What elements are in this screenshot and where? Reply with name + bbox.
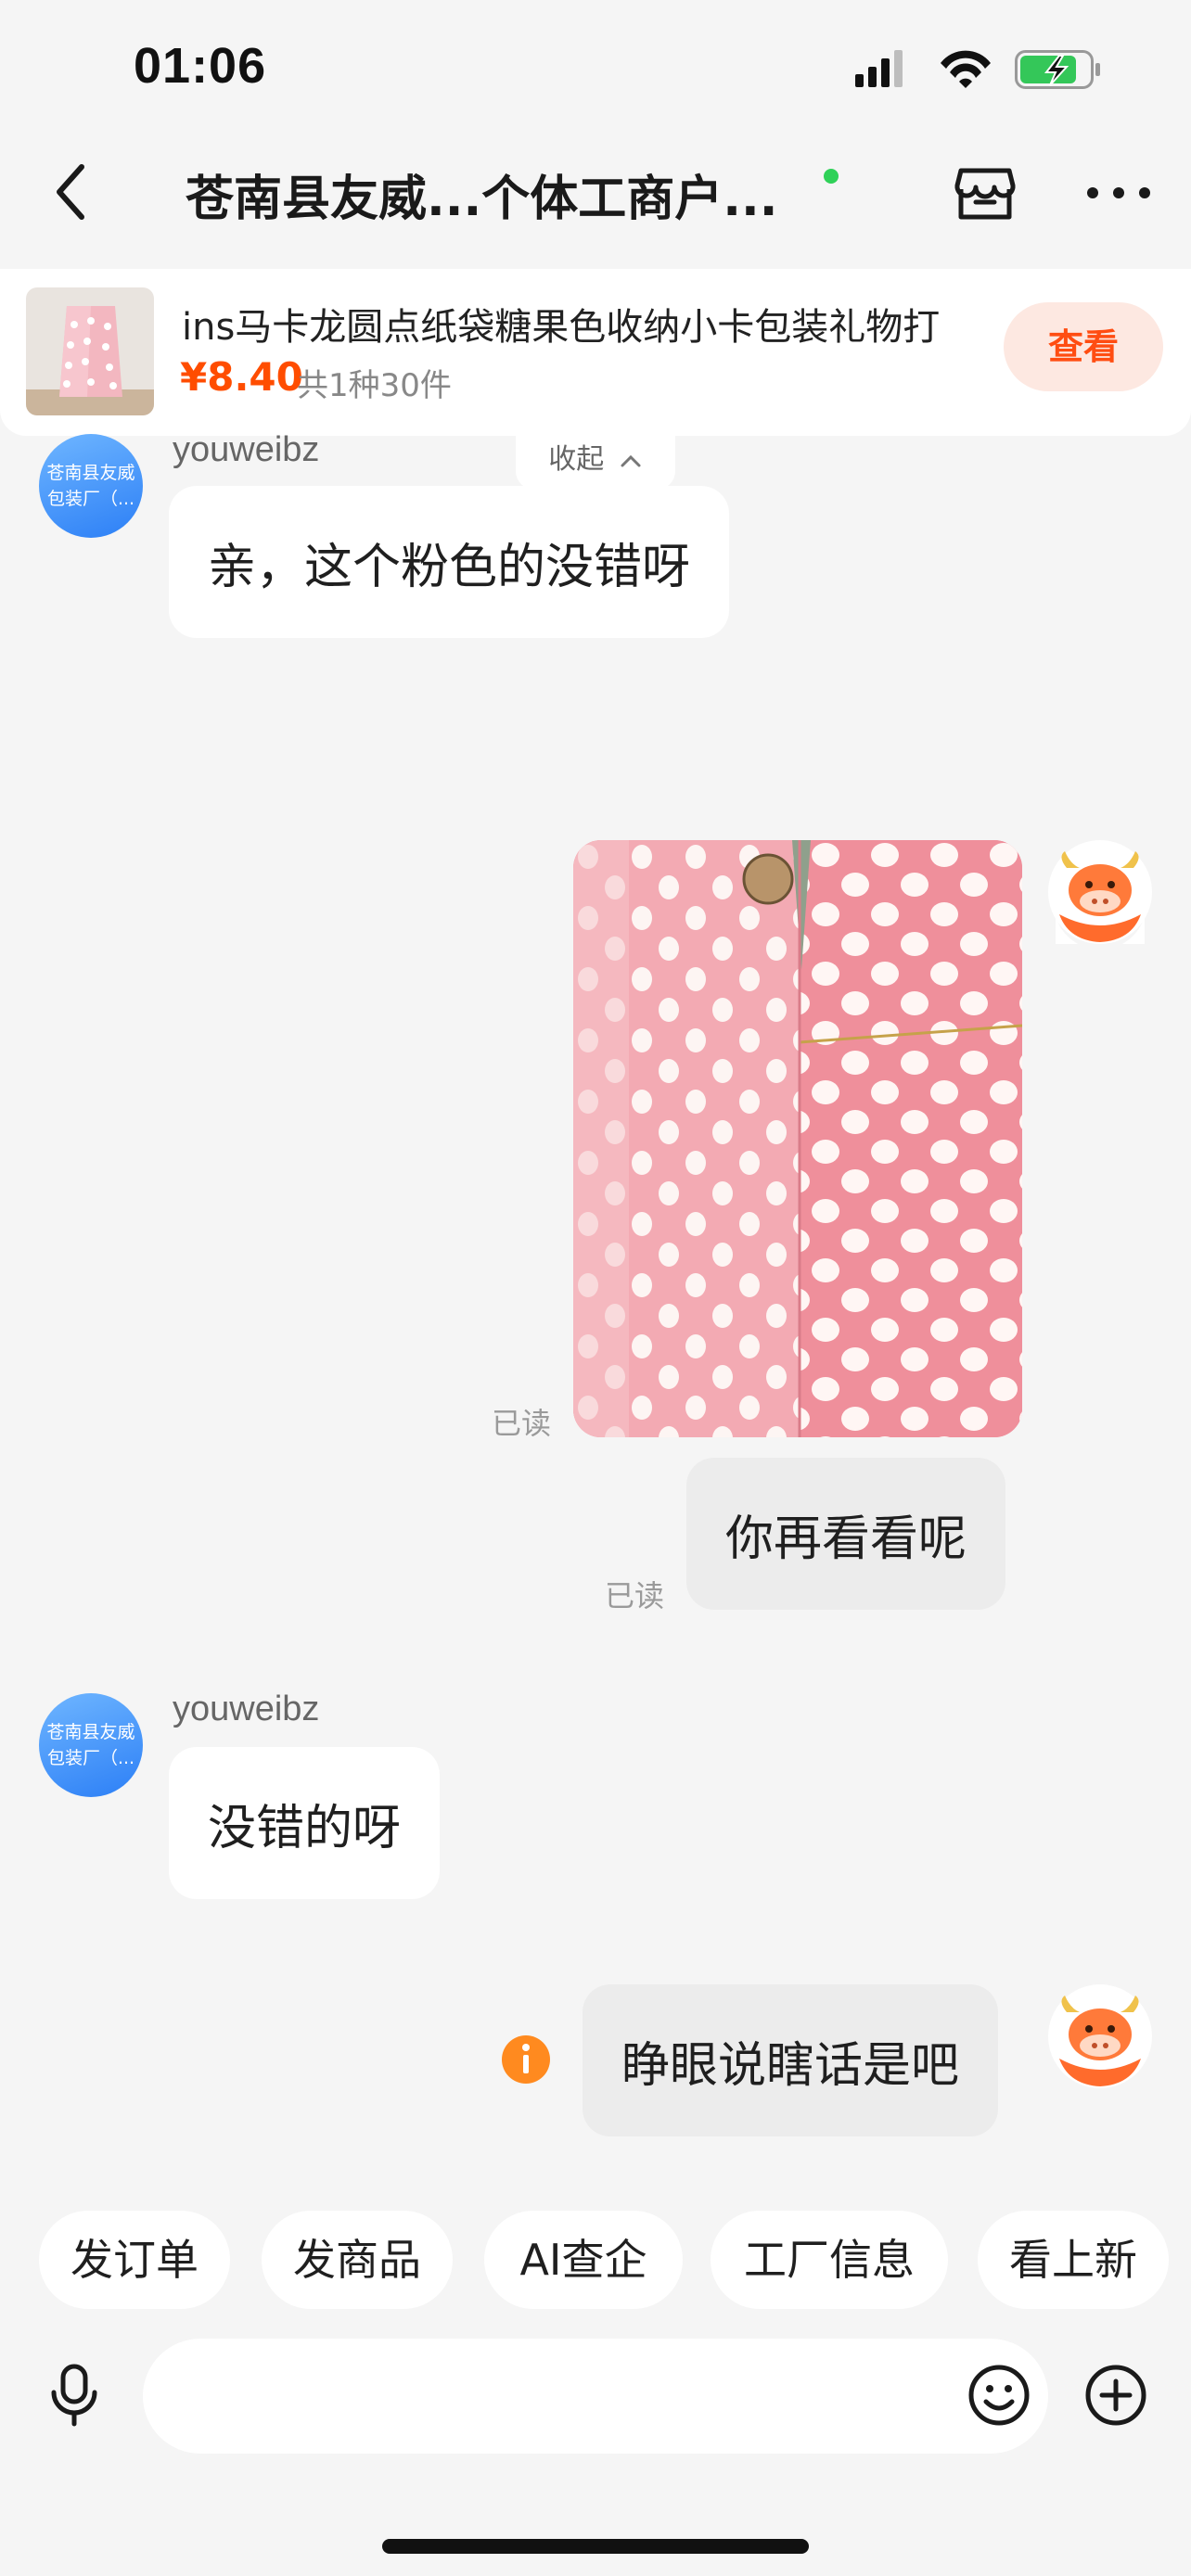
chevron-up-icon <box>621 454 641 466</box>
quick-action-ai-company-lookup[interactable]: AI查企 <box>484 2211 683 2309</box>
cow-avatar-icon <box>1048 1984 1152 2088</box>
user-avatar[interactable] <box>1048 840 1152 950</box>
message-text: 亲，这个粉色的没错呀 <box>208 539 691 595</box>
wifi-icon <box>941 50 991 88</box>
cow-avatar-icon <box>1048 840 1152 950</box>
chat-screen: 01:06 苍南县友威...个体工商户... ins马卡龙圆点纸袋糖果色收纳小卡… <box>0 0 1191 2576</box>
quick-action-send-order[interactable]: 发订单 <box>39 2211 230 2309</box>
collapse-toggle[interactable]: 收起 <box>516 436 675 490</box>
sender-name: youweibz <box>173 1690 320 1728</box>
quick-action-send-product[interactable]: 发商品 <box>262 2211 453 2309</box>
microphone-icon[interactable] <box>48 2363 100 2428</box>
message-text: 没错的呀 <box>208 1800 402 1856</box>
read-receipt: 已读 <box>605 1578 665 1613</box>
product-card[interactable]: ins马卡龙圆点纸袋糖果色收纳小卡包装礼物打 ¥8.40 共1种30件 查看 <box>0 269 1191 436</box>
message-text: 睁眼说瞎话是吧 <box>621 2037 960 2094</box>
collapse-label: 收起 <box>548 443 605 476</box>
seller-avatar[interactable]: 苍南县友威 包装厂（... <box>39 434 143 538</box>
message-bubble[interactable]: 你再看看呢 <box>686 1458 1006 1610</box>
avatar-text-line1: 苍南县友威 <box>46 1722 135 1742</box>
more-icon[interactable] <box>1083 176 1154 210</box>
message-text: 你再看看呢 <box>725 1511 967 1567</box>
sender-name: youweibz <box>173 430 320 469</box>
product-quantity: 共1种30件 <box>297 367 452 404</box>
send-warning-icon[interactable] <box>501 2034 551 2085</box>
product-thumbnail[interactable] <box>26 287 154 415</box>
user-avatar[interactable] <box>1048 1984 1152 2088</box>
read-receipt: 已读 <box>492 1406 552 1441</box>
status-time: 01:06 <box>134 38 267 94</box>
home-indicator <box>382 2539 809 2554</box>
view-product-button[interactable]: 查看 <box>1004 302 1163 391</box>
message-bubble[interactable]: 睁眼说瞎话是吧 <box>583 1984 999 2136</box>
product-title[interactable]: ins马卡龙圆点纸袋糖果色收纳小卡包装礼物打 <box>182 297 989 351</box>
signal-icon <box>855 50 903 87</box>
quick-action-factory-info[interactable]: 工厂信息 <box>711 2211 948 2309</box>
message-bubble[interactable]: 没错的呀 <box>169 1747 441 1899</box>
message-bubble[interactable]: 亲，这个粉色的没错呀 <box>169 486 730 638</box>
quick-action-new-arrivals[interactable]: 看上新 <box>978 2211 1169 2309</box>
avatar-text-line2: 包装厂（... <box>46 489 135 509</box>
battery-icon <box>1015 50 1100 89</box>
message-input[interactable] <box>143 2339 1048 2454</box>
plus-icon[interactable] <box>1083 2363 1148 2428</box>
product-price: ¥8.40 <box>180 354 303 400</box>
status-icons <box>855 50 1100 89</box>
message-image[interactable] <box>573 840 1022 1437</box>
back-icon[interactable] <box>46 158 102 226</box>
seller-avatar[interactable]: 苍南县友威 包装厂（... <box>39 1693 143 1797</box>
shop-icon[interactable] <box>952 159 1018 226</box>
online-status-dot <box>824 169 839 184</box>
chat-title[interactable]: 苍南县友威...个体工商户... <box>186 159 835 229</box>
emoji-icon[interactable] <box>967 2363 1031 2428</box>
avatar-text-line2: 包装厂（... <box>46 1748 135 1768</box>
avatar-text-line1: 苍南县友威 <box>46 463 135 483</box>
